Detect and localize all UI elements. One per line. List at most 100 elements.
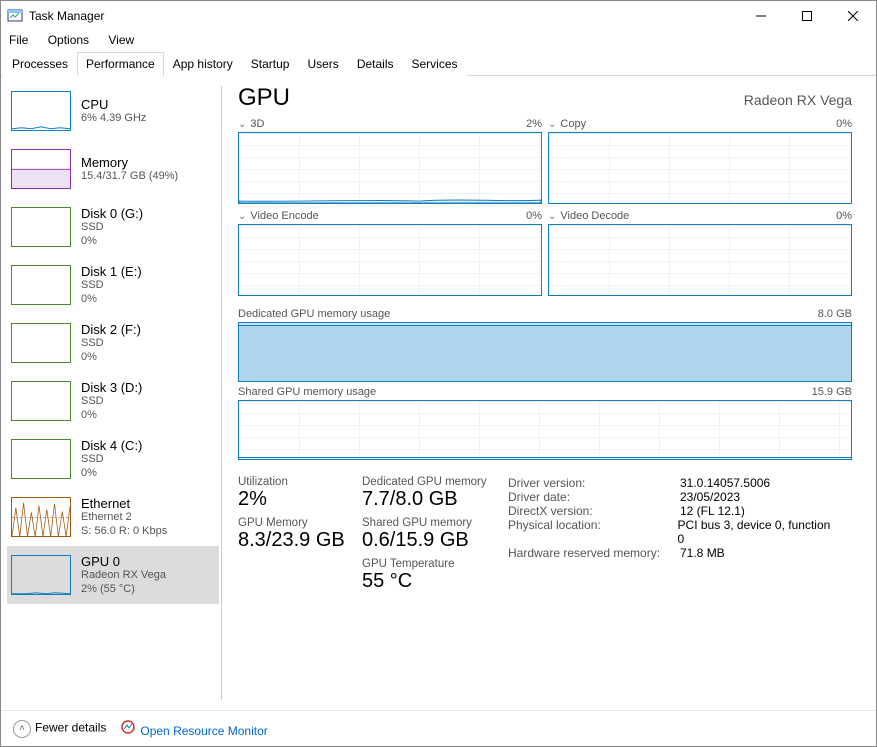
temp-value: 55 °C (362, 570, 502, 593)
sidebar-item[interactable]: Disk 1 (E:)SSD0% (7, 256, 219, 314)
resource-monitor-icon (120, 719, 136, 735)
engine-chartbox[interactable] (238, 224, 542, 296)
sidebar-thumb (11, 265, 71, 305)
sidebar-item-line1: SSD (81, 453, 142, 466)
sidebar-item[interactable]: Disk 4 (C:)SSD0% (7, 430, 219, 488)
menu-file[interactable]: File (9, 33, 28, 47)
sidebar-item-info: Disk 3 (D:)SSD0% (81, 380, 142, 421)
shared-mem-section: Shared GPU memory usage 15.9 GB (238, 382, 852, 460)
tab-processes[interactable]: Processes (3, 52, 77, 76)
stats-col-left: Utilization 2% GPU Memory 8.3/23.9 GB (238, 476, 356, 599)
tab-details[interactable]: Details (348, 52, 403, 76)
dedicated-mem-section: Dedicated GPU memory usage 8.0 GB (238, 304, 852, 382)
stat-value: 71.8 MB (680, 546, 725, 560)
sidebar-item-info: Disk 0 (G:)SSD0% (81, 206, 143, 247)
main: CPU6% 4.39 GHz Memory15.4/31.7 GB (49%) Di… (1, 76, 876, 710)
stat-key: Hardware reserved memory: (508, 546, 680, 560)
close-button[interactable] (830, 1, 876, 31)
fewer-details-label: Fewer details (35, 720, 106, 734)
engine-pct: 0% (526, 210, 542, 222)
sidebar-thumb (11, 91, 71, 131)
engine-chartbox[interactable] (548, 132, 852, 204)
engine-chart: Video Decode 0% (548, 210, 852, 296)
window-title: Task Manager (29, 9, 738, 23)
sidebar-item-line2: 0% (81, 467, 142, 480)
sidebar-item-info: Memory15.4/31.7 GB (49%) (81, 155, 178, 183)
sidebar-item[interactable]: Disk 3 (D:)SSD0% (7, 372, 219, 430)
sidebar-item-line2: 0% (81, 235, 143, 248)
sidebar-item-info: EthernetEthernet 2S: 56.0 R: 0 Kbps (81, 496, 167, 537)
tab-users[interactable]: Users (298, 52, 347, 76)
sidebar-thumb (11, 381, 71, 421)
gpumem-value: 8.3/23.9 GB (238, 529, 356, 552)
sidebar-item-line1: SSD (81, 221, 143, 234)
tab-performance[interactable]: Performance (77, 52, 164, 76)
tab-startup[interactable]: Startup (242, 52, 299, 76)
tab-services[interactable]: Services (403, 52, 467, 76)
engine-pct: 0% (836, 210, 852, 222)
engine-chartbox[interactable] (548, 224, 852, 296)
engine-pct: 0% (836, 118, 852, 130)
sidebar-item-line2: 0% (81, 293, 142, 306)
menu-view[interactable]: View (108, 33, 134, 47)
fewer-details-link[interactable]: ˄Fewer details (13, 720, 106, 738)
dedicated-label: Dedicated GPU memory usage (238, 308, 390, 320)
open-resource-monitor-label: Open Resource Monitor (140, 724, 267, 738)
engine-label[interactable]: 3D (238, 118, 264, 130)
engine-label[interactable]: Video Encode (238, 210, 319, 222)
sidebar-item-line2: 0% (81, 351, 141, 364)
gpumem-label: GPU Memory (238, 517, 356, 529)
sidebar-item[interactable]: CPU6% 4.39 GHz (7, 82, 219, 140)
engine-label[interactable]: Video Decode (548, 210, 629, 222)
sidebar-item[interactable]: Disk 0 (G:)SSD0% (7, 198, 219, 256)
sidebar-divider (221, 86, 222, 700)
content-header: GPU Radeon RX Vega (238, 84, 852, 112)
sidebar-item[interactable]: GPU 0Radeon RX Vega2% (55 °C) (7, 546, 219, 604)
shared-cap: 15.9 GB (812, 386, 852, 398)
engine-pct: 2% (526, 118, 542, 130)
stat-row: Hardware reserved memory:71.8 MB (508, 546, 838, 560)
open-resource-monitor-link[interactable]: Open Resource Monitor (120, 719, 267, 738)
stat-key: Physical location: (508, 518, 678, 546)
sidebar-item[interactable]: Memory15.4/31.7 GB (49%) (7, 140, 219, 198)
stat-row: DirectX version:12 (FL 12.1) (508, 504, 838, 518)
sidebar-item-line1: 15.4/31.7 GB (49%) (81, 170, 178, 183)
tabstrip: Processes Performance App history Startu… (1, 51, 876, 76)
shared-chart[interactable] (238, 400, 852, 460)
minimize-button[interactable] (738, 1, 784, 31)
sidebar-item-line1: SSD (81, 395, 142, 408)
stat-value: PCI bus 3, device 0, function 0 (678, 518, 838, 546)
engine-chart: Copy 0% (548, 118, 852, 204)
engine-chartbox[interactable] (238, 132, 542, 204)
sidebar-item[interactable]: EthernetEthernet 2S: 56.0 R: 0 Kbps (7, 488, 219, 546)
util-value: 2% (238, 488, 356, 511)
sidebar-item-info: Disk 4 (C:)SSD0% (81, 438, 142, 479)
stat-key: Driver date: (508, 490, 680, 504)
engine-label[interactable]: Copy (548, 118, 586, 130)
sidebar-item-title: Disk 3 (D:) (81, 380, 142, 395)
dedicated-chart[interactable] (238, 322, 852, 382)
stat-value: 31.0.14057.5006 (680, 476, 770, 490)
stats-col-right: Driver version:31.0.14057.5006Driver dat… (508, 476, 838, 599)
sidebar-item-info: Disk 2 (F:)SSD0% (81, 322, 141, 363)
engine-chart: Video Encode 0% (238, 210, 542, 296)
menu-options[interactable]: Options (48, 33, 89, 47)
page-subtitle: Radeon RX Vega (744, 92, 852, 108)
maximize-button[interactable] (784, 1, 830, 31)
engine-charts: 3D 2% Copy 0% Video Encode 0% Video Decode 0% (238, 118, 852, 296)
app-icon (7, 8, 23, 24)
sidebar-item-title: GPU 0 (81, 554, 166, 569)
stat-value: 12 (FL 12.1) (680, 504, 745, 518)
sidebar-item-line1: Ethernet 2 (81, 511, 167, 524)
sidebar-item[interactable]: Disk 2 (F:)SSD0% (7, 314, 219, 372)
tab-app-history[interactable]: App history (164, 52, 242, 76)
ded-label: Dedicated GPU memory (362, 476, 502, 488)
titlebar: Task Manager (1, 1, 876, 31)
stats-col-mid: Dedicated GPU memory 7.7/8.0 GB Shared G… (362, 476, 502, 599)
sidebar-item-line2: S: 56.0 R: 0 Kbps (81, 525, 167, 538)
sidebar-item-info: CPU6% 4.39 GHz (81, 97, 146, 125)
content: GPU Radeon RX Vega 3D2%Copy0%Video Encod… (232, 76, 876, 710)
shr-label: Shared GPU memory (362, 517, 502, 529)
temp-label: GPU Temperature (362, 558, 502, 570)
footer: ˄Fewer details Open Resource Monitor (1, 710, 876, 746)
